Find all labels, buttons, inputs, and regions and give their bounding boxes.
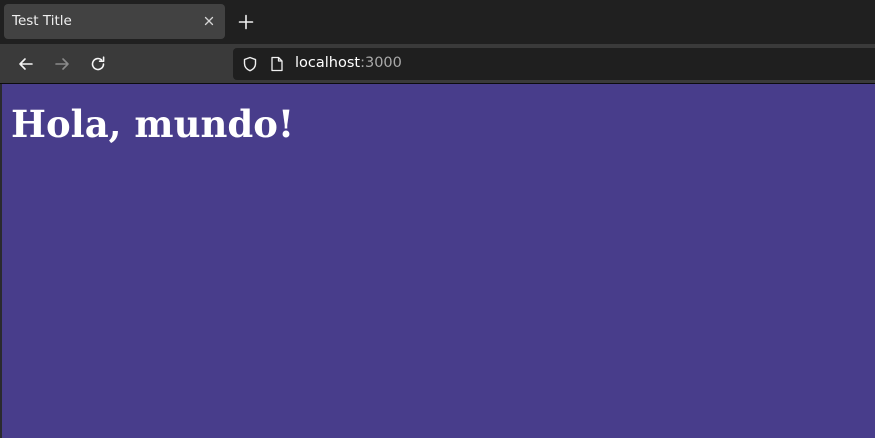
browser-window: Test Title localhost:3000 Hola, mundo! xyxy=(0,0,875,438)
tab-title: Test Title xyxy=(12,13,72,29)
plus-icon[interactable] xyxy=(236,12,256,32)
navigation-toolbar: localhost:3000 xyxy=(0,44,875,84)
page-heading: Hola, mundo! xyxy=(11,102,295,146)
tab-strip: Test Title xyxy=(0,0,875,44)
url-text[interactable]: localhost:3000 xyxy=(295,55,402,71)
reload-icon[interactable] xyxy=(88,54,108,74)
url-host: localhost xyxy=(295,55,361,71)
page-icon xyxy=(271,56,283,72)
arrow-left-icon[interactable] xyxy=(16,54,36,74)
shield-icon[interactable] xyxy=(242,56,258,72)
tab-test-title[interactable]: Test Title xyxy=(4,4,225,39)
close-icon[interactable] xyxy=(202,14,216,28)
url-port: :3000 xyxy=(360,55,402,71)
arrow-right-icon[interactable] xyxy=(52,54,72,74)
address-bar[interactable]: localhost:3000 xyxy=(233,48,875,80)
page-content: Hola, mundo! xyxy=(2,84,875,438)
